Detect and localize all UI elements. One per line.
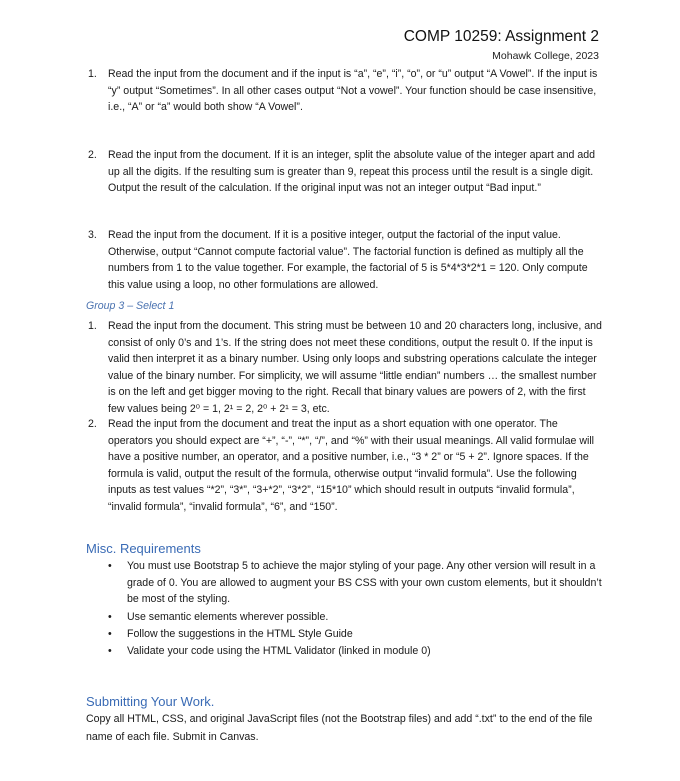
list-item-text: Read the input from the document. If it …	[108, 149, 596, 195]
bullet-text: Follow the suggestions in the HTML Style…	[127, 628, 353, 640]
list-item: 3. Read the input from the document. If …	[88, 227, 603, 293]
binary-formula: 2⁰ = 1, 2¹ = 2, 2⁰ + 2¹ = 3, etc.	[189, 402, 330, 415]
bullet-item: • Validate your code using the HTML Vali…	[108, 643, 603, 660]
list-item: 2. Read the input from the document and …	[88, 416, 603, 516]
bullet-icon: •	[108, 611, 112, 623]
list-item-text: Read the input from the document and if …	[108, 68, 598, 114]
group-heading: Group 3 – Select 1	[86, 300, 175, 312]
list-number: 3.	[88, 229, 97, 241]
bullet-item: • You must use Bootstrap 5 to achieve th…	[108, 558, 603, 608]
list-number: 1.	[88, 68, 97, 80]
document-title: COMP 10259: Assignment 2	[403, 28, 599, 45]
list-item: 2. Read the input from the document. If …	[88, 147, 603, 197]
list-item-text: Read the input from the document and tre…	[108, 418, 595, 513]
submitting-text: Copy all HTML, CSS, and original JavaScr…	[86, 713, 593, 743]
bullet-icon: •	[108, 645, 112, 657]
bullet-text: Use semantic elements wherever possible.	[127, 611, 329, 623]
document-subtitle: Mohawk College, 2023	[492, 50, 599, 62]
document-page: COMP 10259: Assignment 2 Mohawk College,…	[0, 0, 680, 781]
bullet-item: • Use semantic elements wherever possibl…	[108, 609, 603, 626]
bullet-text: Validate your code using the HTML Valida…	[127, 645, 431, 657]
bullet-icon: •	[108, 628, 112, 640]
bullet-text: You must use Bootstrap 5 to achieve the …	[127, 560, 602, 606]
list-number: 2.	[88, 149, 97, 161]
list-number: 1.	[88, 320, 97, 332]
list-item: 1. Read the input from the document and …	[88, 66, 603, 116]
misc-heading: Misc. Requirements	[86, 541, 201, 556]
list-item-text: Read the input from the document. This s…	[108, 320, 602, 415]
submitting-heading: Submitting Your Work.	[86, 694, 215, 709]
list-item: 1. Read the input from the document. Thi…	[88, 318, 603, 418]
bullet-icon: •	[108, 560, 112, 572]
list-item-text: Read the input from the document. If it …	[108, 229, 588, 291]
bullet-item: • Follow the suggestions in the HTML Sty…	[108, 626, 603, 643]
list-number: 2.	[88, 418, 97, 430]
